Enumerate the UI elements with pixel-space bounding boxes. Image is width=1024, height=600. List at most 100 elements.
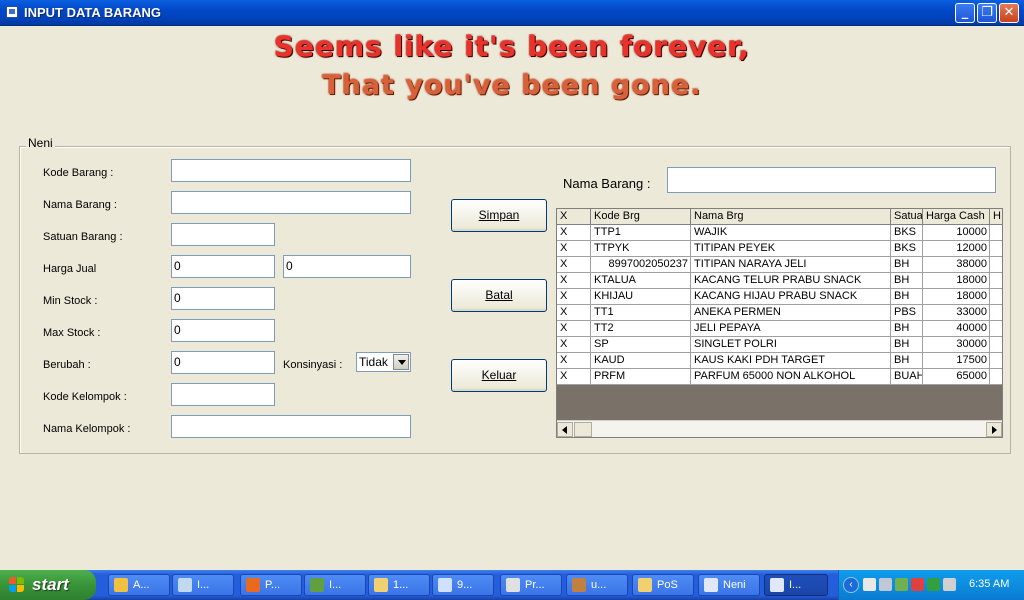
table-cell[interactable] — [990, 273, 1002, 289]
scroll-left-icon[interactable] — [557, 422, 573, 437]
close-button[interactable]: ✕ — [999, 3, 1019, 23]
table-cell[interactable]: 17500 — [923, 353, 990, 369]
table-cell[interactable]: BH — [891, 353, 923, 369]
berubah-field[interactable]: 0 — [171, 351, 275, 374]
konsinyasi-select[interactable]: Tidak — [356, 352, 411, 372]
table-cell[interactable] — [990, 305, 1002, 321]
table-cell[interactable]: BH — [891, 257, 923, 273]
mail-icon[interactable] — [863, 578, 876, 591]
antivirus-icon[interactable] — [911, 578, 924, 591]
column-header[interactable]: Satuan — [891, 209, 923, 225]
satuan-barang-field[interactable] — [171, 223, 275, 246]
horizontal-scrollbar[interactable] — [557, 420, 1002, 437]
simpan-button[interactable]: Simpan — [451, 199, 547, 232]
table-cell[interactable] — [990, 337, 1002, 353]
table-cell[interactable]: BH — [891, 321, 923, 337]
table-cell[interactable]: 40000 — [923, 321, 990, 337]
start-button[interactable]: start — [0, 570, 96, 600]
min-stock-field[interactable]: 0 — [171, 287, 275, 310]
table-cell[interactable]: 38000 — [923, 257, 990, 273]
table-row[interactable]: X KTALUA KACANG TELUR PRABU SNACK BH 18000 — [557, 273, 1002, 289]
table-cell[interactable]: KTALUA — [591, 273, 691, 289]
network-icon[interactable] — [879, 578, 892, 591]
table-cell[interactable]: SP — [591, 337, 691, 353]
table-cell[interactable]: TTPYK — [591, 241, 691, 257]
taskbar-button[interactable]: Pr... — [500, 574, 562, 596]
shield-icon[interactable] — [895, 578, 908, 591]
taskbar-button[interactable]: 9... — [432, 574, 494, 596]
taskbar-button[interactable]: u... — [566, 574, 628, 596]
taskbar-button[interactable]: 1... — [368, 574, 430, 596]
table-cell[interactable]: SINGLET POLRI — [691, 337, 891, 353]
table-cell[interactable]: TITIPAN PEYEK — [691, 241, 891, 257]
table-cell[interactable]: JELI PEPAYA — [691, 321, 891, 337]
table-cell[interactable] — [990, 353, 1002, 369]
settings-icon[interactable] — [943, 578, 956, 591]
table-cell[interactable]: 65000 — [923, 369, 990, 385]
taskbar-button[interactable]: A... — [108, 574, 170, 596]
table-cell[interactable]: 30000 — [923, 337, 990, 353]
kode-barang-field[interactable] — [171, 159, 411, 182]
table-cell[interactable]: 8997002050237 — [591, 257, 691, 273]
table-cell[interactable] — [990, 369, 1002, 385]
batal-button[interactable]: Batal — [451, 279, 547, 312]
table-cell[interactable] — [990, 289, 1002, 305]
table-row[interactable]: X TTPYK TITIPAN PEYEK BKS 12000 — [557, 241, 1002, 257]
table-cell[interactable]: BH — [891, 273, 923, 289]
column-header[interactable]: Harga Cash — [923, 209, 990, 225]
table-cell[interactable]: X — [557, 289, 591, 305]
table-cell[interactable]: X — [557, 337, 591, 353]
kode-kelompok-field[interactable] — [171, 383, 275, 406]
table-cell[interactable]: KAUS KAKI PDH TARGET — [691, 353, 891, 369]
table-cell[interactable]: X — [557, 225, 591, 241]
table-cell[interactable]: KHIJAU — [591, 289, 691, 305]
table-cell[interactable] — [990, 241, 1002, 257]
table-row[interactable]: X TTP1 WAJIK BKS 10000 — [557, 225, 1002, 241]
table-cell[interactable] — [990, 321, 1002, 337]
taskbar-button[interactable]: Neni — [698, 574, 760, 596]
table-cell[interactable] — [990, 225, 1002, 241]
r-icon[interactable] — [927, 578, 940, 591]
table-cell[interactable]: BKS — [891, 241, 923, 257]
minimize-button[interactable]: _ — [955, 3, 975, 23]
table-cell[interactable]: PARFUM 65000 NON ALKOHOL — [691, 369, 891, 385]
table-cell[interactable]: 10000 — [923, 225, 990, 241]
column-header[interactable]: H — [990, 209, 1002, 225]
table-cell[interactable]: PRFM — [591, 369, 691, 385]
table-cell[interactable]: TT2 — [591, 321, 691, 337]
table-cell[interactable]: BUAH — [891, 369, 923, 385]
keluar-button[interactable]: Keluar — [451, 359, 547, 392]
table-cell[interactable]: X — [557, 321, 591, 337]
nama-kelompok-field[interactable] — [171, 415, 411, 438]
table-cell[interactable]: TITIPAN NARAYA JELI — [691, 257, 891, 273]
table-row[interactable]: X 8997002050237 TITIPAN NARAYA JELI BH 38000 — [557, 257, 1002, 273]
taskbar-button[interactable]: I... — [304, 574, 366, 596]
taskbar-button[interactable]: P... — [240, 574, 302, 596]
table-cell[interactable]: X — [557, 273, 591, 289]
table-cell[interactable]: BH — [891, 337, 923, 353]
table-row[interactable]: X SP SINGLET POLRI BH 30000 — [557, 337, 1002, 353]
nama-barang-field[interactable] — [171, 191, 411, 214]
table-cell[interactable]: 18000 — [923, 273, 990, 289]
table-row[interactable]: X PRFM PARFUM 65000 NON ALKOHOL BUAH 65000 — [557, 369, 1002, 385]
table-cell[interactable]: 12000 — [923, 241, 990, 257]
column-header[interactable]: Kode Brg — [591, 209, 691, 225]
taskbar-button[interactable]: PoS — [632, 574, 694, 596]
table-cell[interactable]: PBS — [891, 305, 923, 321]
taskbar-button[interactable]: I... — [764, 574, 828, 596]
scroll-thumb[interactable] — [574, 422, 592, 437]
table-cell[interactable]: X — [557, 305, 591, 321]
table-cell[interactable]: KAUD — [591, 353, 691, 369]
harga-jual-2-field[interactable]: 0 — [283, 255, 411, 278]
table-cell[interactable]: 33000 — [923, 305, 990, 321]
taskbar-button[interactable]: I... — [172, 574, 234, 596]
table-cell[interactable]: WAJIK — [691, 225, 891, 241]
table-cell[interactable]: X — [557, 257, 591, 273]
table-cell[interactable]: X — [557, 353, 591, 369]
table-row[interactable]: X KHIJAU KACANG HIJAU PRABU SNACK BH 18000 — [557, 289, 1002, 305]
harga-jual-1-field[interactable]: 0 — [171, 255, 275, 278]
tray-expand-icon[interactable]: ‹ — [843, 577, 859, 593]
max-stock-field[interactable]: 0 — [171, 319, 275, 342]
chevron-down-icon[interactable] — [393, 354, 409, 370]
table-cell[interactable]: X — [557, 369, 591, 385]
